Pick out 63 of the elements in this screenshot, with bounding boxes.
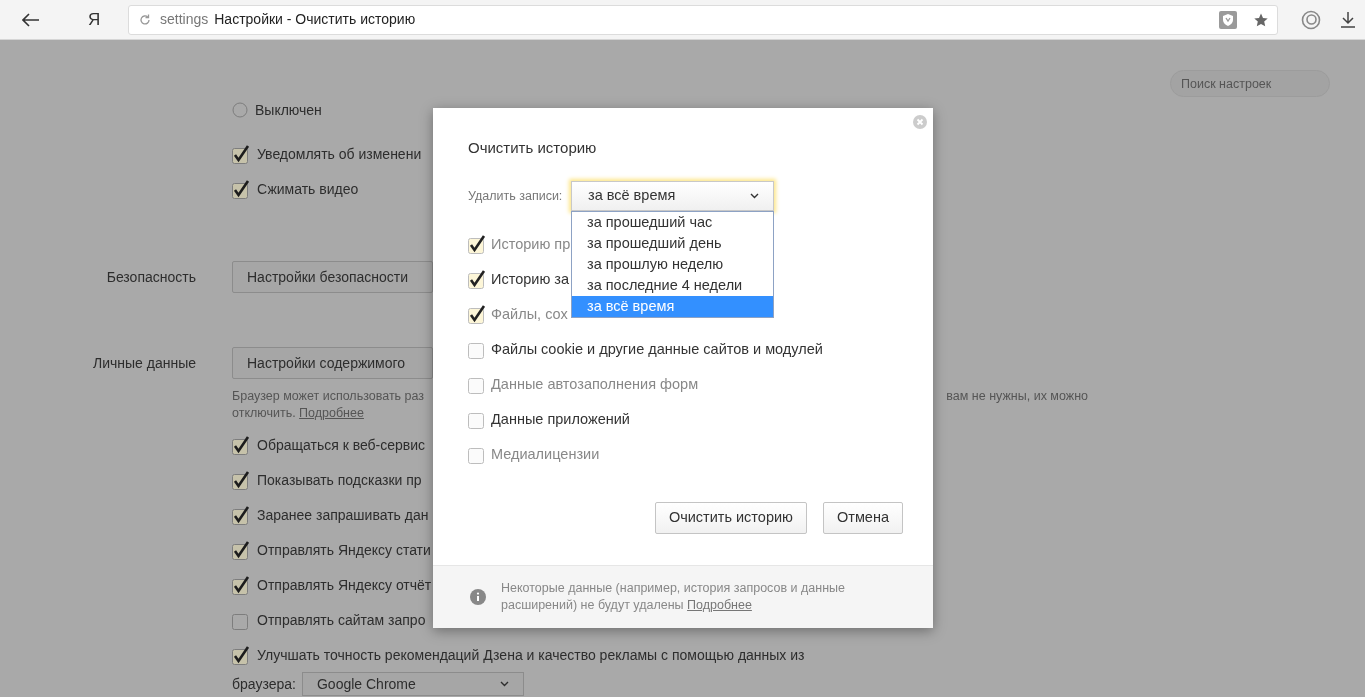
dropdown-option[interactable]: за прошлую неделю <box>572 254 773 275</box>
option-label: Уведомлять об изменени <box>257 145 422 164</box>
option-label: Сжимать видео <box>257 180 359 199</box>
url-scheme: settings <box>160 10 209 29</box>
option-label: Данные приложений <box>491 409 630 429</box>
checkbox[interactable] <box>232 436 250 455</box>
checkbox[interactable] <box>468 270 486 289</box>
checkbox[interactable] <box>232 576 250 595</box>
option-label: Показывать подсказки пр <box>257 471 422 490</box>
section-label: Безопасность <box>105 267 196 287</box>
search-field[interactable]: Поиск настроек <box>1170 70 1330 97</box>
option-label: Отправлять сайтам запро <box>257 611 426 630</box>
option-label: Отправлять Яндексу стати <box>257 541 431 560</box>
chevron-icon <box>499 681 509 687</box>
cancel-button[interactable]: Отмена <box>822 502 903 534</box>
shield-icon[interactable] <box>1219 10 1237 29</box>
option-label: Файлы, сох <box>491 304 568 324</box>
option-label: Историю за <box>491 269 569 289</box>
address-bar[interactable]: settings Настройки - Очистить историю <box>128 4 1278 35</box>
chevron-icon <box>750 193 759 199</box>
checkbox[interactable] <box>468 410 486 429</box>
checkbox[interactable] <box>232 541 250 560</box>
clear-button[interactable]: Очистить историю <box>654 502 807 534</box>
checkbox[interactable] <box>232 145 250 164</box>
option-label: Заранее запрашивать дан <box>257 506 429 525</box>
dropdown-option[interactable]: за прошедший день <box>572 233 773 254</box>
spiral-icon[interactable] <box>1301 9 1321 30</box>
page-title: Настройки - Очистить историю <box>214 10 416 29</box>
option-label: Медиалицензии <box>491 444 600 464</box>
description-text: вам не нужны, их можно <box>946 388 1088 405</box>
back-icon[interactable] <box>22 12 40 27</box>
more-link[interactable]: Подробнее <box>687 598 752 612</box>
reload-icon[interactable] <box>139 13 151 26</box>
option-label: Выключен <box>255 100 322 120</box>
logo[interactable]: Я <box>88 6 128 33</box>
star-icon[interactable] <box>1254 12 1268 27</box>
radio-button[interactable] <box>232 102 248 118</box>
checkbox[interactable] <box>468 340 486 359</box>
dialog-title: Очистить историю <box>468 138 597 158</box>
browser-select[interactable]: Google Chrome <box>301 672 524 696</box>
option-label: Файлы cookie и другие данные сайтов и модулей <box>491 339 823 359</box>
option-label: Историю пр <box>491 234 571 254</box>
section-label: Личные данные <box>91 353 196 373</box>
checkbox[interactable] <box>232 646 250 665</box>
checkbox[interactable] <box>232 506 250 525</box>
range-select[interactable]: за всё время <box>571 181 774 211</box>
option-label: Отправлять Яндексу отчёт <box>257 576 432 595</box>
info-icon <box>470 589 486 605</box>
dropdown-option[interactable]: за последние 4 недели <box>572 275 773 296</box>
settings-button[interactable]: Настройки безопасности <box>232 261 433 293</box>
option-label: Данные автозаполнения форм <box>491 374 699 394</box>
checkbox[interactable] <box>232 471 250 490</box>
settings-button[interactable]: Настройки содержимого <box>232 347 433 379</box>
range-label: Удалить записи: <box>468 187 564 205</box>
option-label: Улучшать точность рекомендаций Дзена и качество рекламы с помощью данных из <box>257 646 805 665</box>
option-label: Обращаться к веб-сервис <box>257 436 426 455</box>
select-label: браузера: <box>232 674 296 694</box>
info-text: Некоторые данные (например, история запросов и данные расширений) не будут удалены Подробнее <box>501 580 846 614</box>
checkbox[interactable] <box>232 180 250 199</box>
description-text: Браузер может использовать раз <box>232 388 425 405</box>
download-icon[interactable] <box>1341 11 1355 28</box>
dropdown-option[interactable]: за прошедший час <box>572 212 773 233</box>
checkbox[interactable] <box>232 611 250 630</box>
